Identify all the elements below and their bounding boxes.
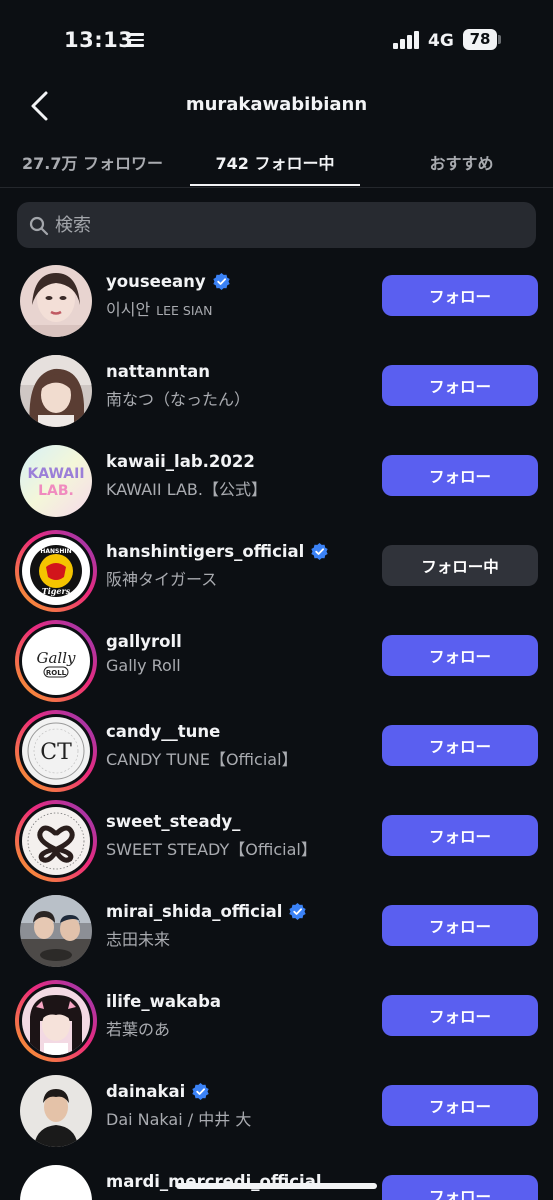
display-name: 志田未来 [106,930,171,949]
display-name: 若葉のあ [106,1020,171,1039]
svg-text:CT: CT [40,740,72,765]
svg-text:LAB.: LAB. [38,483,74,499]
search-input[interactable] [55,202,525,248]
username[interactable]: mirai_shida_official [106,902,307,921]
tab-followers[interactable]: 27.7万 フォロワー [0,150,185,174]
display-name: 南なつ（なったん） [106,390,251,409]
list-item[interactable]: sweet_steady_ SWEET STEADY【Official】 フォロ… [0,790,553,882]
username[interactable]: ilife_wakaba [106,992,221,1011]
follow-button[interactable]: フォロー [382,1085,538,1126]
avatar[interactable]: KAWAII LAB. [20,445,92,517]
follow-button[interactable]: フォロー [382,1175,538,1200]
page-title: murakawabibiann [185,94,368,115]
story-ring[interactable] [15,980,97,1062]
avatar[interactable] [20,355,92,427]
display-name: KAWAII LAB.【公式】 [106,480,267,499]
list-item[interactable]: youseeany 이시안 LEE SIAN フォロー [0,250,553,340]
username[interactable]: sweet_steady_ [106,812,240,831]
list-item[interactable]: ilife_wakaba 若葉のあ フォロー [0,970,553,1062]
username[interactable]: kawaii_lab.2022 [106,452,255,471]
svg-text:Tigers: Tigers [42,586,71,596]
username[interactable]: candy__tune [106,722,220,741]
svg-text:HANSHIN: HANSHIN [40,548,71,555]
username[interactable]: youseeany [106,272,231,291]
focus-list-icon [126,33,144,47]
tab-divider [0,187,553,188]
follow-button[interactable]: フォロー [382,365,538,406]
home-indicator[interactable] [176,1183,377,1189]
follow-button[interactable]: フォロー [382,635,538,676]
search-icon [29,216,49,236]
tab-suggested[interactable]: おすすめ [370,150,553,174]
avatar [22,987,90,1055]
story-ring[interactable] [15,800,97,882]
list-item[interactable]: CT candy__tune CANDY TUNE【Official】 フォロー [0,700,553,792]
story-ring[interactable]: HANSHIN Tigers [15,530,97,612]
story-ring[interactable]: Gally ROLL [15,620,97,702]
avatar[interactable] [20,265,92,337]
display-name: CANDY TUNE【Official】 [106,750,298,769]
status-bar: 13:13 4G 78 [0,0,553,80]
avatar: Gally ROLL [22,627,90,695]
avatar-logo-text: KAWAII [27,466,84,482]
avatar [22,807,90,875]
follow-button[interactable]: フォロー [382,815,538,856]
list-item[interactable]: nattanntan 南なつ（なったん） フォロー [0,340,553,430]
battery-icon: 78 [463,29,497,50]
tab-following[interactable]: 742 フォロー中 [190,150,360,174]
list-item[interactable]: Mardi Mercredi mardi_mercredi_official フ… [0,1150,553,1200]
username[interactable]: nattanntan [106,362,210,381]
follow-button[interactable]: フォロー [382,275,538,316]
avatar: HANSHIN Tigers [22,537,90,605]
list-item[interactable]: mirai_shida_official 志田未来 フォロー [0,880,553,970]
network-type: 4G [428,31,454,51]
list-item[interactable]: HANSHIN Tigers hanshintigers_official 阪神… [0,520,553,612]
verified-badge-icon [289,902,307,921]
follow-button[interactable]: フォロー [382,905,538,946]
verified-badge-icon [213,272,230,291]
status-time: 13:13 [64,28,134,52]
display-name: Dai Nakai / 中井 大 [106,1110,252,1129]
search-bar[interactable] [17,202,536,248]
active-tab-indicator [190,184,360,186]
svg-text:Gally: Gally [37,649,77,667]
follow-button[interactable]: フォロー [382,725,538,766]
battery-tip [498,35,501,44]
list-item[interactable]: dainakai Dai Nakai / 中井 大 フォロー [0,1060,553,1150]
username[interactable]: dainakai [106,1082,210,1101]
avatar[interactable] [20,1075,92,1147]
avatar: CT [22,717,90,785]
verified-badge-icon [311,542,328,561]
following-button[interactable]: フォロー中 [382,545,538,586]
list-item[interactable]: KAWAII LAB. kawaii_lab.2022 KAWAII LAB.【… [0,430,553,520]
display-name: 阪神タイガース [106,570,218,589]
avatar[interactable] [20,895,92,967]
display-name: SWEET STEADY【Official】 [106,840,317,859]
list-item[interactable]: Gally ROLL gallyroll Gally Roll フォロー [0,610,553,702]
follow-button[interactable]: フォロー [382,455,538,496]
follow-button[interactable]: フォロー [382,995,538,1036]
username[interactable]: gallyroll [106,632,182,651]
display-name: Gally Roll [106,656,181,675]
verified-badge-icon [192,1082,209,1101]
signal-icon [393,31,420,49]
username[interactable]: hanshintigers_official [106,542,329,561]
svg-text:ROLL: ROLL [46,669,67,677]
display-name: 이시안 LEE SIAN [106,300,213,319]
avatar[interactable]: Mardi Mercredi [20,1165,92,1200]
story-ring[interactable]: CT [15,710,97,792]
